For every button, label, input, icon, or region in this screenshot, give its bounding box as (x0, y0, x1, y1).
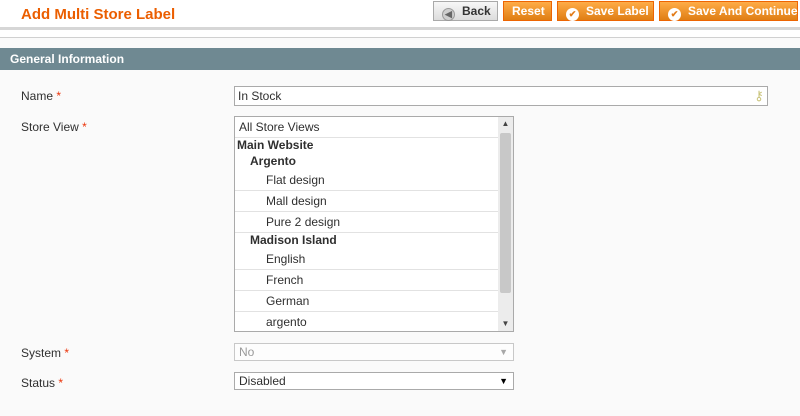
required-mark: * (64, 346, 70, 360)
save-and-continue-button-label: Save And Continue (688, 4, 798, 18)
page-title: Add Multi Store Label (21, 6, 176, 23)
page-header: Add Multi Store Label ◀ Back Reset ✔ Save … (0, 0, 800, 30)
store-option-flat-design[interactable]: Flat design (235, 170, 499, 191)
required-mark: * (82, 120, 87, 134)
store-view-label: Store View * (21, 120, 87, 134)
back-button-label: Back (462, 4, 491, 18)
status-select-value: Disabled (239, 374, 286, 388)
reset-button-label: Reset (512, 4, 545, 18)
scroll-down-arrow-icon[interactable]: ▼ (498, 317, 513, 331)
chevron-down-icon: ▼ (499, 347, 508, 357)
name-label: Name * (21, 89, 62, 103)
back-arrow-icon: ◀ (442, 8, 455, 21)
store-option-argento[interactable]: argento (235, 312, 499, 331)
system-label: System * (21, 346, 70, 360)
store-option-english[interactable]: English (235, 249, 499, 270)
store-group-madison-island: Madison Island (250, 233, 337, 247)
save-and-continue-button[interactable]: ✔ Save And Continue (659, 1, 798, 21)
section-title: General Information (10, 52, 125, 66)
status-select[interactable]: Disabled ▼ (234, 372, 514, 390)
system-select: No ▼ (234, 343, 514, 361)
check-circle-icon: ✔ (566, 8, 579, 21)
store-option-all[interactable]: All Store Views (235, 117, 499, 138)
back-button[interactable]: ◀ Back (433, 1, 498, 21)
store-view-scrollbar[interactable]: ▲ ▼ (498, 117, 513, 331)
scrollbar-thumb[interactable] (500, 133, 511, 293)
store-view-multiselect[interactable]: All Store Views Main Website Argento Fla… (234, 116, 514, 332)
save-label-button[interactable]: ✔ Save Label (557, 1, 654, 21)
chevron-down-icon: ▼ (499, 376, 508, 386)
system-select-value: No (239, 345, 255, 359)
scroll-up-arrow-icon[interactable]: ▲ (498, 117, 513, 131)
name-input-value: In Stock (238, 89, 282, 103)
store-group-argento: Argento (250, 154, 296, 168)
status-label: Status * (21, 376, 64, 390)
store-option-pure-2-design[interactable]: Pure 2 design (235, 212, 499, 233)
check-circle-icon: ✔ (668, 8, 681, 21)
store-group-main-website: Main Website (237, 138, 314, 152)
key-icon[interactable]: ⚷ (753, 88, 765, 104)
reset-button[interactable]: Reset (503, 1, 552, 21)
store-option-mall-design[interactable]: Mall design (235, 191, 499, 212)
name-input[interactable]: In Stock ⚷ (234, 86, 768, 106)
required-mark: * (58, 376, 64, 390)
store-option-german[interactable]: German (235, 291, 499, 312)
section-header: General Information (0, 48, 800, 70)
header-divider (0, 27, 800, 30)
required-mark: * (56, 89, 62, 103)
store-option-french[interactable]: French (235, 270, 499, 291)
save-label-button-label: Save Label (586, 4, 649, 18)
